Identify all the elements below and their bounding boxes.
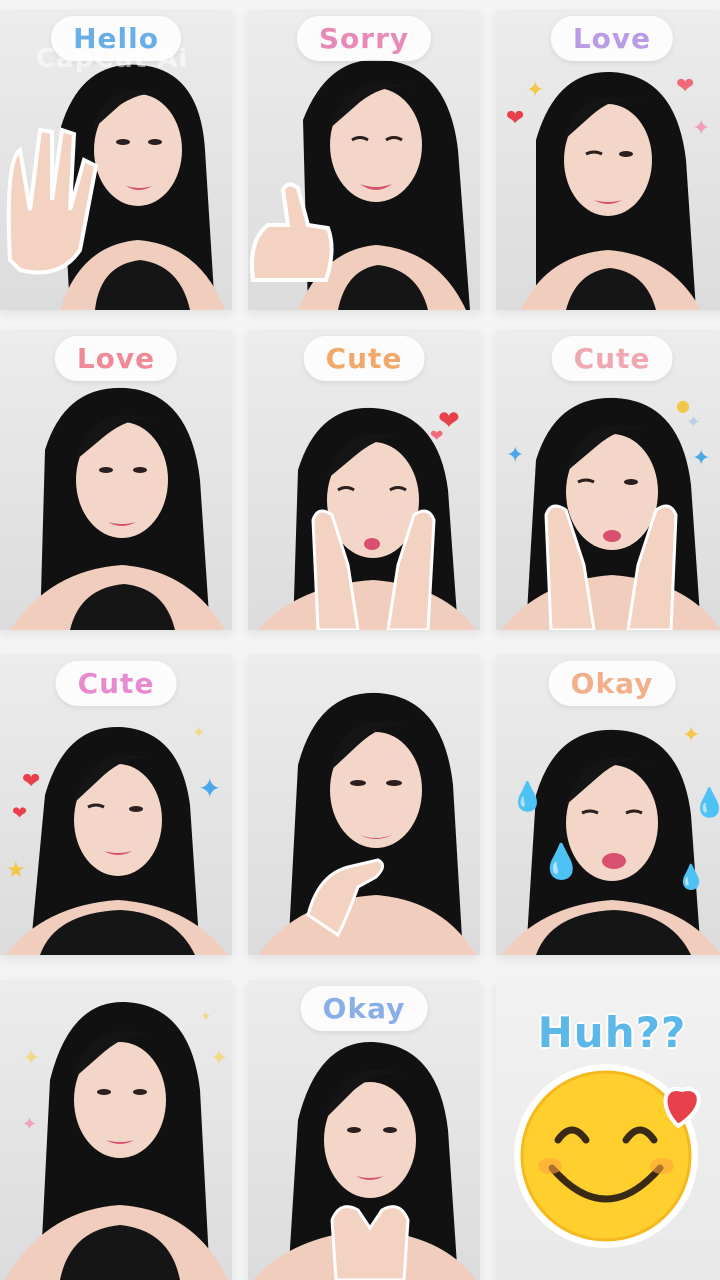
droplet-icon: 💧	[676, 863, 706, 891]
heart-icon: ❤	[506, 106, 525, 131]
label-bubble: Sorry	[296, 16, 432, 61]
sticker-tile-chin-rest[interactable]	[248, 655, 480, 955]
sticker-tile-huh[interactable]: Huh??	[496, 980, 720, 1280]
sticker-tile-cute[interactable]: Cute ❤ ❤ ★ ✦ ✦	[0, 655, 232, 955]
sparkle-icon: ✦	[692, 116, 711, 141]
droplet-icon: 💧	[540, 842, 583, 882]
label-bubble: Cute	[303, 336, 425, 381]
sticker-tile-okay[interactable]: Okay	[248, 980, 480, 1280]
label-bubble: Love	[54, 336, 178, 381]
label-bubble: Cute	[551, 336, 673, 381]
label-bubble: Love	[550, 16, 674, 61]
sticker-tile-cute[interactable]: Cute ❤ ❤	[248, 330, 480, 630]
label-bubble: Okay	[300, 986, 428, 1031]
droplet-icon: 💧	[510, 780, 545, 813]
sticker-tile-cute[interactable]: Cute ✦ ✦ ✦ ●	[496, 330, 720, 630]
sparkle-icon: ✦	[22, 1046, 41, 1071]
sparkle-icon: ✦	[682, 723, 701, 748]
sparkle-icon: ✦	[692, 446, 711, 471]
person-photo	[258, 692, 476, 955]
sticker-tile-okay[interactable]: Okay 💧 💧 💧 💧 ✦	[496, 655, 720, 955]
droplet-icon: 💧	[692, 786, 720, 819]
sparkle-icon: ✦	[200, 1009, 212, 1025]
sticker-tile-love[interactable]: Love	[0, 330, 232, 630]
star-icon: ★	[6, 858, 26, 883]
sticker-tile-smile[interactable]: ✦ ✦ ✦ ✦	[0, 980, 232, 1280]
sparkle-icon: ✦	[198, 772, 222, 805]
sparkle-icon: ✦	[686, 412, 702, 433]
sparkle-icon: ✦	[506, 443, 525, 468]
heart-icon: ❤	[12, 803, 28, 824]
sparkle-icon: ✦	[22, 1114, 38, 1135]
sticker-tile-love[interactable]: Love ❤ ✦ ❤ ✦	[496, 10, 720, 310]
heart-icon: ❤	[430, 426, 444, 445]
label-bubble: Cute	[55, 661, 177, 706]
heart-icon: ❤	[676, 74, 695, 99]
label-bubble: Okay	[548, 661, 676, 706]
heart-icon: ❤	[22, 769, 41, 794]
sticker-grid: Hello Sorry Love ❤ ✦ ❤ ✦ Love Cute ❤ ❤ C…	[0, 0, 720, 1280]
sticker-tile-sorry[interactable]: Sorry	[248, 10, 480, 310]
smiling-emoji-icon	[514, 1064, 701, 1248]
watermark: CapCut Ai	[36, 44, 189, 74]
sparkle-icon: ✦	[210, 1046, 229, 1071]
sparkle-icon: ✦	[526, 78, 545, 103]
dot-icon: ●	[676, 396, 690, 415]
sparkle-icon: ✦	[192, 723, 206, 742]
